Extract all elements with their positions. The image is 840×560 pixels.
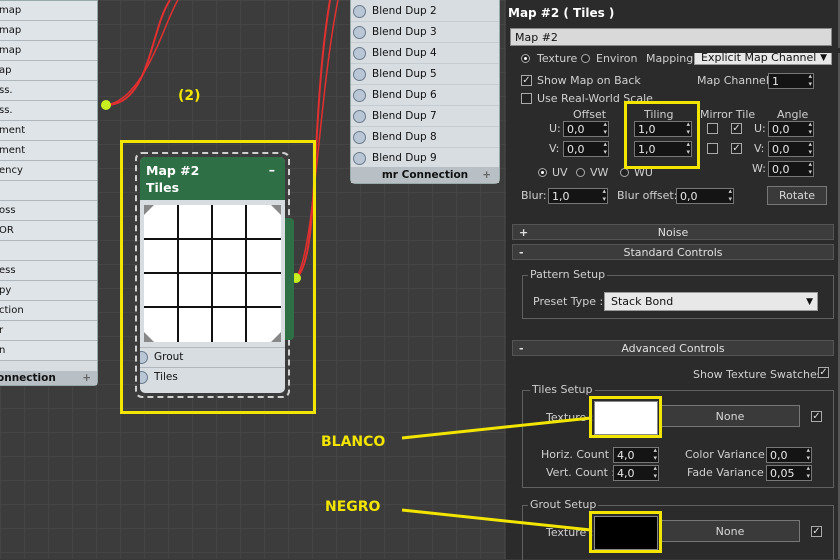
negro-pointer-line bbox=[401, 508, 592, 532]
negro-annotation: NEGRO bbox=[325, 499, 381, 515]
blanco-pointer-line bbox=[401, 416, 592, 440]
blanco-annotation: BLANCO bbox=[321, 434, 386, 450]
annotation-lines bbox=[401, 416, 592, 532]
